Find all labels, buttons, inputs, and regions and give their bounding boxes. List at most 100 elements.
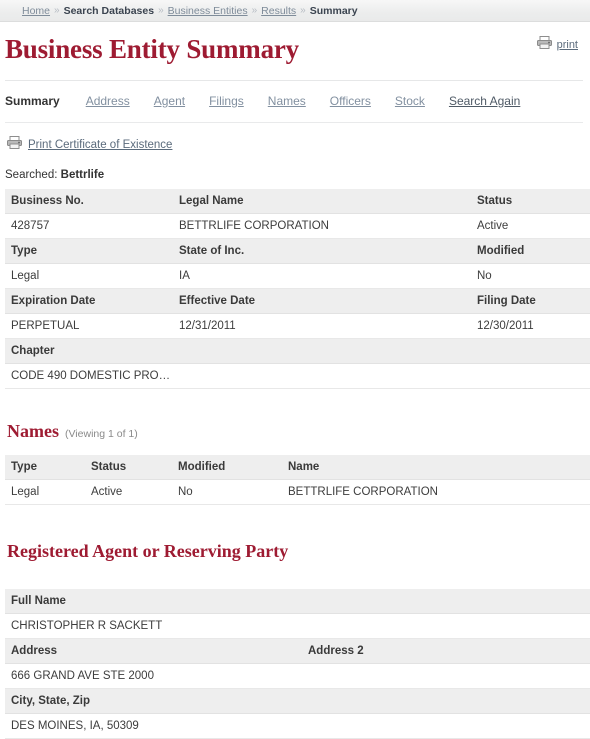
- names-viewing-count: (Viewing 1 of 1): [65, 428, 138, 440]
- table-cell: CHRISTOPHER R SACKETT: [5, 613, 302, 639]
- breadcrumb-item-results[interactable]: Results: [261, 5, 296, 17]
- breadcrumb: Home» Search Databases» Business Entities»…: [0, 0, 590, 22]
- tab-officers[interactable]: Officers: [330, 94, 371, 108]
- table-cell: DES MOINES, IA, 50309: [5, 713, 302, 739]
- section-tabs: Summary Address Agent Filings Names Officers S…: [5, 81, 588, 108]
- table-row: Legal IA No: [5, 263, 590, 289]
- column-header: Address 2: [302, 638, 590, 664]
- table-cell: BETTRLIFE CORPORATION: [282, 479, 590, 505]
- tab-filings[interactable]: Filings: [209, 94, 244, 108]
- names-table: Type Status Modified Name Legal Active No BETTR…: [5, 455, 590, 505]
- agent-heading: Registered Agent or Reserving Party: [7, 541, 588, 562]
- column-header: City, State, Zip: [5, 688, 302, 714]
- table-cell: [302, 613, 590, 639]
- breadcrumb-separator: »: [251, 5, 258, 16]
- column-header: Modified: [471, 238, 590, 264]
- table-cell: 428757: [5, 213, 173, 239]
- column-header: Address: [5, 638, 302, 664]
- page-header: Business Entity Summary print: [5, 22, 588, 72]
- table-cell: 12/30/2011: [471, 313, 590, 339]
- column-header: Status: [471, 189, 590, 214]
- table-cell: Active: [85, 479, 172, 505]
- names-heading: Names (Viewing 1 of 1): [7, 421, 588, 442]
- table-header-row: Full Name: [5, 589, 590, 614]
- registered-agent-table: Full Name CHRISTOPHER R SACKETT Address Add…: [5, 589, 590, 739]
- table-header-row: City, State, Zip: [5, 688, 590, 714]
- table-row: CHRISTOPHER R SACKETT: [5, 613, 590, 639]
- table-row: 666 GRAND AVE STE 2000: [5, 663, 590, 689]
- tab-search-again[interactable]: Search Again: [449, 94, 520, 108]
- print-link[interactable]: print: [557, 39, 578, 51]
- searched-label: Searched:: [5, 169, 58, 181]
- column-header: Status: [85, 455, 172, 480]
- searched-term: Searched: Bettrlife: [5, 154, 588, 181]
- table-header-row: Type State of Inc. Modified: [5, 238, 590, 264]
- column-header: [173, 338, 471, 364]
- tab-names[interactable]: Names: [268, 94, 306, 108]
- print-certificate-action[interactable]: Print Certificate of Existence: [5, 123, 588, 154]
- table-cell: PERPETUAL: [5, 313, 173, 339]
- breadcrumb-separator: »: [158, 5, 164, 16]
- table-header-row: Business No. Legal Name Status: [5, 189, 590, 214]
- table-row: CODE 490 DOMESTIC PROFIT: [5, 363, 590, 389]
- table-header-row: Expiration Date Effective Date Filing Date: [5, 288, 590, 314]
- agent-section-header: Registered Agent or Reserving Party: [5, 505, 588, 562]
- table-cell: No: [172, 479, 282, 505]
- table-cell: Legal: [5, 263, 173, 289]
- column-header: [471, 338, 590, 364]
- breadcrumb-separator: »: [300, 5, 306, 16]
- column-header: Effective Date: [173, 288, 471, 314]
- table-row: PERPETUAL 12/31/2011 12/30/2011: [5, 313, 590, 339]
- table-cell: Legal: [5, 479, 85, 505]
- column-header: Modified: [172, 455, 282, 480]
- print-certificate-link[interactable]: Print Certificate of Existence: [28, 139, 172, 151]
- column-header: Type: [5, 238, 173, 264]
- column-header: Type: [5, 455, 85, 480]
- table-cell: [302, 713, 590, 739]
- tab-address[interactable]: Address: [86, 94, 130, 108]
- table-row: DES MOINES, IA, 50309: [5, 713, 590, 739]
- breadcrumb-item-search-databases: Search Databases: [63, 4, 155, 17]
- table-cell: 12/31/2011: [173, 313, 471, 339]
- column-header: Full Name: [5, 589, 302, 614]
- printer-icon: [536, 36, 552, 54]
- tab-summary[interactable]: Summary: [5, 94, 60, 108]
- table-header-row: Type Status Modified Name: [5, 455, 590, 480]
- tab-stock[interactable]: Stock: [395, 94, 425, 108]
- column-header: Legal Name: [173, 189, 471, 214]
- table-cell: 666 GRAND AVE STE 2000: [5, 663, 302, 689]
- column-header: Name: [282, 455, 590, 480]
- breadcrumb-item-summary: Summary: [309, 4, 358, 17]
- column-header: Chapter: [5, 338, 173, 364]
- table-cell: Active: [471, 213, 590, 239]
- names-heading-text: Names: [7, 421, 59, 441]
- table-row: Legal Active No BETTRLIFE CORPORATION: [5, 479, 590, 505]
- table-cell: IA: [173, 263, 471, 289]
- business-summary-table: Business No. Legal Name Status 428757 BETTRL…: [5, 189, 590, 389]
- table-cell: CODE 490 DOMESTIC PROFIT: [5, 363, 173, 389]
- print-action[interactable]: print: [536, 36, 578, 54]
- breadcrumb-item-home[interactable]: Home: [22, 5, 50, 17]
- column-header: State of Inc.: [173, 238, 471, 264]
- breadcrumb-item-business-entities[interactable]: Business Entities: [168, 5, 248, 17]
- column-header: Expiration Date: [5, 288, 173, 314]
- tab-agent[interactable]: Agent: [154, 94, 185, 108]
- table-cell: No: [471, 263, 590, 289]
- table-cell: [173, 363, 471, 389]
- table-row: 428757 BETTRLIFE CORPORATION Active: [5, 213, 590, 239]
- column-header: [302, 688, 590, 714]
- table-cell: [471, 363, 590, 389]
- breadcrumb-separator: »: [54, 5, 60, 16]
- table-cell: BETTRLIFE CORPORATION: [173, 213, 471, 239]
- table-header-row: Chapter: [5, 338, 590, 364]
- names-section-header: Names (Viewing 1 of 1): [5, 389, 588, 442]
- table-header-row: Address Address 2: [5, 638, 590, 664]
- table-cell: [302, 663, 590, 689]
- page-title: Business Entity Summary: [5, 34, 299, 64]
- searched-value: Bettrlife: [60, 169, 105, 181]
- column-header: Business No.: [5, 189, 173, 214]
- agent-heading-text: Registered Agent or Reserving Party: [7, 541, 289, 561]
- printer-icon: [7, 136, 22, 154]
- column-header: [302, 589, 590, 614]
- column-header: Filing Date: [471, 288, 590, 314]
